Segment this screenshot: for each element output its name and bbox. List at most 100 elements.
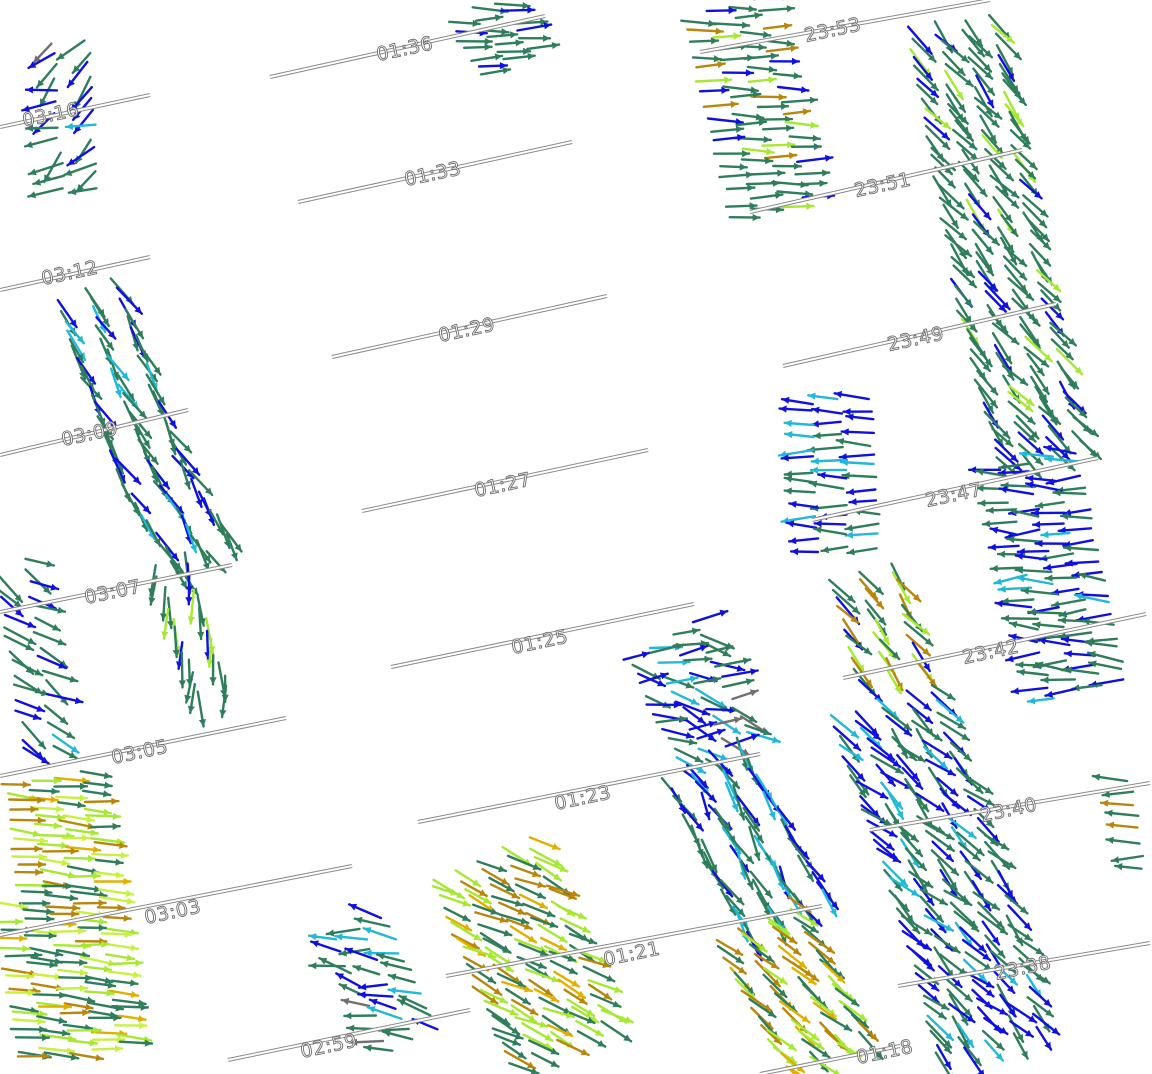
wind-vector (933, 934, 961, 954)
wind-vector (713, 807, 731, 832)
wind-vector (0, 918, 24, 926)
wind-vector (82, 781, 113, 789)
time-label-0259: 02:59 (298, 1029, 359, 1062)
time-label-0312: 03:12 (39, 256, 100, 289)
wind-vector (987, 543, 1020, 551)
wind-vector (776, 85, 810, 94)
wind-vector (977, 1006, 1002, 1034)
wind-vector (0, 945, 31, 953)
wind-vector (783, 431, 815, 439)
map-canvas: 03:16 03:12 03:09 03:07 03:05 03:03 02:5… (0, 0, 1151, 1074)
wind-vector (185, 575, 193, 606)
time-label-2347: 23:47 (923, 478, 984, 511)
wind-vector (55, 39, 86, 61)
wind-vector (740, 989, 773, 1013)
wind-vector (113, 1021, 148, 1030)
wind-vector (526, 42, 561, 51)
wind-vector (530, 916, 559, 928)
wind-vector (766, 1028, 797, 1052)
wind-vector (1042, 562, 1078, 571)
time-label-2349: 23:49 (885, 322, 946, 355)
wind-vector (387, 987, 422, 995)
wind-vector (600, 1020, 633, 1043)
wind-vector (600, 1009, 634, 1024)
wind-vector (848, 498, 878, 506)
wind-vector (813, 520, 847, 528)
wind-vector (117, 1014, 147, 1023)
wind-vector (44, 893, 79, 902)
wind-vector (661, 727, 695, 739)
wind-vector (1002, 78, 1028, 107)
wind-vector (10, 845, 43, 853)
wind-vector (353, 916, 391, 928)
wind-vector (762, 22, 793, 30)
wind-vector (1026, 697, 1055, 705)
time-label-0133: 01:33 (402, 157, 463, 190)
wind-vector (712, 150, 751, 158)
wind-vector (758, 5, 796, 13)
wind-vector (528, 836, 561, 851)
wind-vector (4, 951, 43, 959)
wind-vector (778, 405, 813, 413)
wind-vector (1010, 686, 1049, 695)
wind-vector (568, 932, 598, 945)
wind-vector (718, 171, 755, 179)
time-label-0118: 01:18 (854, 1035, 915, 1068)
wind-vector (195, 539, 210, 572)
wind-vector (24, 136, 58, 148)
wind-vector (491, 1027, 524, 1040)
wind-vector (545, 884, 581, 898)
wind-vector (1020, 587, 1059, 596)
wind-vector (949, 901, 978, 929)
wind-vector (486, 1008, 511, 1026)
wind-vector (470, 53, 504, 62)
wind-vector (32, 630, 67, 646)
wind-vector (454, 869, 482, 888)
wind-vector (734, 12, 763, 20)
wind-vector (762, 124, 795, 132)
wind-vector (987, 13, 1012, 41)
wind-vector (34, 616, 61, 632)
wind-vector (93, 877, 132, 886)
wind-vector (761, 141, 796, 149)
wind-vector (1026, 996, 1055, 1018)
wind-vector (22, 746, 50, 765)
wind-vector (808, 480, 845, 490)
wind-vector (1044, 687, 1077, 698)
wind-vector (1034, 501, 1066, 509)
wind-vector (56, 959, 88, 967)
wind-vector (749, 191, 784, 200)
wind-vector (49, 910, 80, 918)
wind-vector (686, 27, 724, 35)
wind-vector (502, 52, 536, 61)
wind-vector (9, 816, 46, 824)
wind-vector (1031, 1012, 1061, 1036)
wind-vector (782, 108, 812, 116)
wind-vector (714, 657, 752, 668)
wind-vector (32, 972, 64, 981)
wind-vector (14, 709, 42, 721)
wind-vector (54, 794, 89, 802)
wind-vector (455, 37, 493, 46)
wind-vector (44, 904, 81, 912)
wind-vector (352, 964, 381, 976)
wind-vector (721, 69, 755, 77)
wind-vector (987, 850, 1017, 870)
wind-vector (745, 179, 782, 187)
wind-vector (691, 609, 729, 624)
wind-vector (46, 721, 76, 740)
wind-vector (57, 801, 86, 809)
wind-vector (702, 100, 739, 109)
wind-vector (24, 568, 52, 595)
wind-vector (41, 847, 79, 855)
wind-vector (977, 499, 1009, 507)
wind-vector (1105, 821, 1139, 829)
wind-vector (528, 1039, 560, 1056)
wind-vector (556, 1038, 590, 1057)
wind-vector (9, 1025, 48, 1034)
wind-vector (1036, 269, 1062, 293)
wind-vector (783, 487, 816, 495)
wind-vector (1038, 552, 1075, 562)
wind-vector (787, 537, 820, 545)
wind-vector (780, 396, 814, 406)
